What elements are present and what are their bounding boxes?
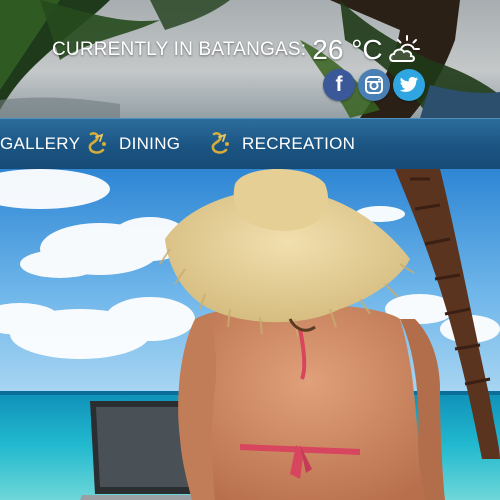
resort-logo-icon <box>211 132 229 154</box>
temperature-value: 26 °C <box>312 34 383 65</box>
weather-widget: CURRENTLY IN BATANGAS: 26 °C <box>52 34 421 66</box>
weather-location-label: CURRENTLY IN BATANGAS: <box>52 39 307 60</box>
instagram-button[interactable] <box>358 69 390 101</box>
nav-item-dining[interactable]: DINING <box>85 131 180 157</box>
instagram-icon <box>365 76 383 94</box>
beach-scene <box>0 169 500 500</box>
main-navigation: GALLERY DINING RECREATION <box>0 118 500 170</box>
facebook-icon: f <box>335 73 343 96</box>
twitter-button[interactable] <box>393 69 425 101</box>
resort-logo-icon <box>88 132 106 154</box>
nav-item-label: RECREATION <box>242 134 356 153</box>
header: CURRENTLY IN BATANGAS: 26 °C f <box>0 0 500 118</box>
nav-item-label: GALLERY <box>0 134 81 153</box>
hero-image <box>0 169 500 500</box>
sun-behind-cloud-icon <box>388 35 420 62</box>
facebook-button[interactable]: f <box>323 69 355 101</box>
social-links: f <box>323 69 425 101</box>
nav-item-gallery[interactable]: GALLERY <box>0 134 80 154</box>
twitter-icon <box>399 77 419 92</box>
nav-item-label: DINING <box>119 134 181 153</box>
nav-item-recreation[interactable]: RECREATION <box>208 131 355 157</box>
